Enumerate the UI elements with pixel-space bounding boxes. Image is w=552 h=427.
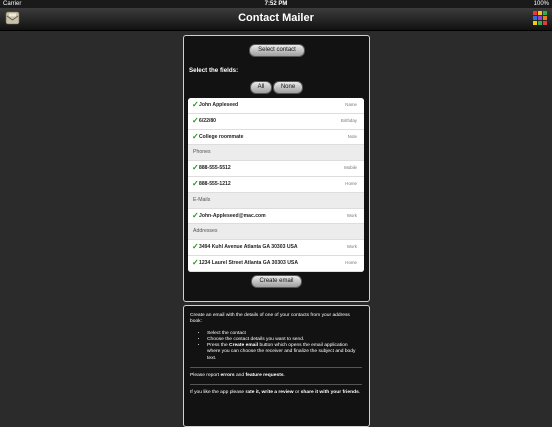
page-title: Contact Mailer xyxy=(238,12,314,24)
select-contact-button[interactable]: Select contact xyxy=(249,44,305,57)
like-text: If you like the app please rate it, writ… xyxy=(190,390,361,396)
checkmark-icon: ✓ xyxy=(192,257,199,267)
checkmark-icon: ✓ xyxy=(192,100,199,109)
info-intro: Create an email with the details of one … xyxy=(190,313,350,325)
field-type-label: Work xyxy=(346,244,357,250)
field-row[interactable]: ✓ 888-555-5512 Mobile xyxy=(188,161,364,177)
field-type-label: Home xyxy=(345,180,357,186)
nav-bar: Contact Mailer xyxy=(0,8,552,31)
field-row[interactable]: ✓ College roommate Note xyxy=(188,129,364,146)
field-row[interactable]: ✓ 888-555-1212 Home xyxy=(188,176,364,193)
info-panel: Create an email with the details of one … xyxy=(183,305,370,427)
field-row[interactable]: ✓ 6/22/80 Birthday xyxy=(188,113,364,130)
field-value: John Appleseed xyxy=(199,102,239,108)
checkmark-icon: ✓ xyxy=(192,163,199,173)
checkmark-icon: ✓ xyxy=(192,210,199,220)
checkmark-icon: ✓ xyxy=(192,131,199,141)
battery-label: 100% xyxy=(533,1,549,7)
field-value: 888-555-1212 xyxy=(199,180,231,187)
field-value: John-Appleseed@mac.com xyxy=(199,212,266,219)
info-text: Create an email with the details of one … xyxy=(190,313,362,402)
field-value: College roommate xyxy=(199,133,244,140)
checkmark-icon: ✓ xyxy=(192,242,199,252)
create-email-button[interactable]: Create email xyxy=(251,275,302,288)
field-type-label: Mobile xyxy=(344,165,357,171)
field-row[interactable]: ✓ John Appleseed Name xyxy=(188,98,364,114)
colorful-grid-icon[interactable] xyxy=(533,11,547,25)
step-item: Press the Create email button which open… xyxy=(207,343,362,362)
field-type-label: Note xyxy=(347,133,357,139)
share-link[interactable]: share it with your friends xyxy=(301,390,359,395)
section-header: Phones xyxy=(188,145,364,162)
field-value: 3494 Kuhl Avenue Atlanta GA 30303 USA xyxy=(199,244,298,251)
checkmark-icon: ✓ xyxy=(192,178,199,188)
field-type-label: Work xyxy=(346,212,357,218)
errors-link[interactable]: errors xyxy=(220,373,234,378)
divider xyxy=(190,384,362,386)
field-type-label: Name xyxy=(345,102,357,107)
field-row[interactable]: ✓ John-Appleseed@mac.com Work xyxy=(188,208,364,225)
checkmark-icon: ✓ xyxy=(192,115,199,125)
select-all-button[interactable]: All xyxy=(250,81,272,94)
field-value: 6/22/80 xyxy=(199,117,216,124)
field-type-label: Birthday xyxy=(340,117,357,123)
field-value: 888-555-5512 xyxy=(199,165,231,172)
section-title: Addresses xyxy=(193,228,218,235)
divider xyxy=(190,367,362,369)
status-bar: Carrier 7:52 PM 100% xyxy=(0,0,552,8)
select-fields-label: Select the fields: xyxy=(189,67,239,74)
field-row[interactable]: ✓ 3494 Kuhl Avenue Atlanta GA 30303 USA Wo… xyxy=(188,240,364,256)
steps-list: Select the contact Choose the contact de… xyxy=(190,331,362,362)
field-type-label: Home xyxy=(345,259,357,265)
status-time: 7:52 PM xyxy=(264,1,288,7)
field-value: 1234 Laurel Street Atlanta GA 30303 USA xyxy=(199,259,298,266)
section-title: E-Mails xyxy=(193,196,211,203)
rate-review-link[interactable]: rate it, write a review xyxy=(245,390,293,395)
fields-list: ✓ John Appleseed Name ✓ 6/22/80 Birthday ✓ Coll… xyxy=(188,98,364,272)
field-row[interactable]: ✓ 1234 Laurel Street Atlanta GA 30303 USA… xyxy=(188,255,364,272)
section-header: Addresses xyxy=(188,224,364,241)
select-none-button[interactable]: None xyxy=(273,81,303,94)
report-text: Please report errors and feature request… xyxy=(190,373,285,379)
feature-requests-link[interactable]: feature requests xyxy=(245,373,283,378)
section-header: E-Mails xyxy=(188,192,364,209)
section-title: Phones xyxy=(193,149,211,156)
contact-panel: Select contact Select the fields: All No… xyxy=(183,35,370,302)
